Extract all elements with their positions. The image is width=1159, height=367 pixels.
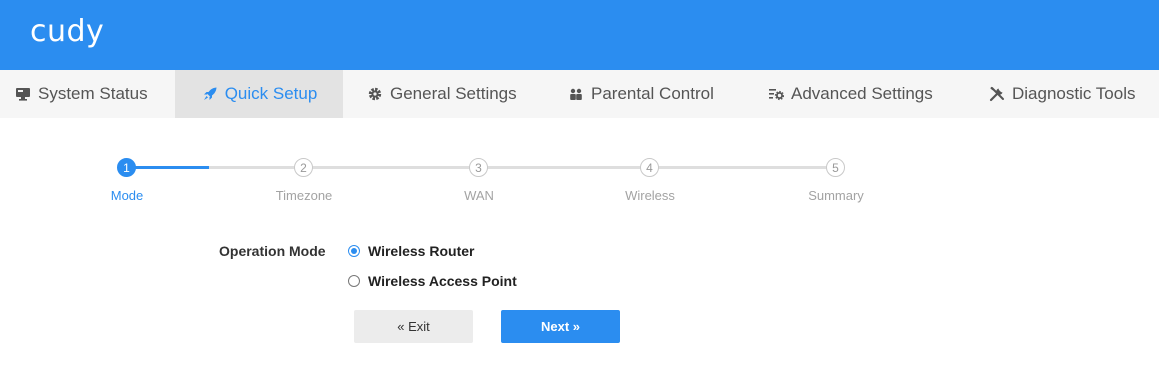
monitor-icon	[14, 85, 32, 103]
step-label-summary: Summary	[808, 188, 864, 203]
option-wireless-access-point[interactable]: Wireless Access Point	[348, 273, 517, 289]
tab-quick-setup[interactable]: Quick Setup	[175, 70, 343, 118]
option-wireless-router[interactable]: Wireless Router	[348, 243, 474, 259]
radio-wireless-router[interactable]	[348, 245, 360, 257]
progress-track-done	[127, 166, 209, 169]
setup-stepper: 1 2 3 4 5 Mode Timezone WAN Wireless Sum…	[0, 150, 1159, 210]
step-3-dot: 3	[469, 158, 488, 177]
step-1-dot: 1	[117, 158, 136, 177]
step-label-wan: WAN	[464, 188, 494, 203]
tab-diagnostic-tools[interactable]: Diagnostic Tools	[988, 70, 1135, 118]
option-label: Wireless Router	[368, 243, 475, 259]
tab-label: General Settings	[390, 84, 517, 103]
option-label: Wireless Access Point	[368, 273, 517, 289]
step-2-dot: 2	[294, 158, 313, 177]
step-5-dot: 5	[826, 158, 845, 177]
tab-label: System Status	[38, 84, 148, 103]
step-label-wireless: Wireless	[625, 188, 675, 203]
tab-advanced-settings[interactable]: Advanced Settings	[767, 70, 933, 118]
tools-icon	[988, 85, 1006, 103]
tab-label: Advanced Settings	[791, 84, 933, 103]
top-header: cudy	[0, 0, 1159, 70]
radio-wireless-access-point[interactable]	[348, 275, 360, 287]
tab-general-settings[interactable]: General Settings	[366, 70, 517, 118]
gear-icon	[366, 85, 384, 103]
cudy-logo[interactable]: cudy	[30, 14, 104, 49]
next-button[interactable]: Next »	[501, 310, 620, 343]
tab-label: Quick Setup	[224, 84, 318, 103]
exit-button[interactable]: « Exit	[354, 310, 473, 343]
tab-system-status[interactable]: System Status	[14, 70, 148, 118]
step-4-dot: 4	[640, 158, 659, 177]
tab-label: Diagnostic Tools	[1012, 84, 1136, 103]
sliders-gear-icon	[767, 85, 785, 103]
step-label-mode: Mode	[110, 188, 144, 203]
tab-parental-control[interactable]: Parental Control	[567, 70, 714, 118]
step-label-timezone: Timezone	[275, 188, 333, 203]
operation-mode-label: Operation Mode	[219, 243, 326, 259]
tab-label: Parental Control	[591, 84, 714, 103]
main-nav: System Status Quick Setup General Settin…	[0, 70, 1159, 118]
rocket-icon	[201, 85, 219, 103]
users-icon	[567, 85, 585, 103]
